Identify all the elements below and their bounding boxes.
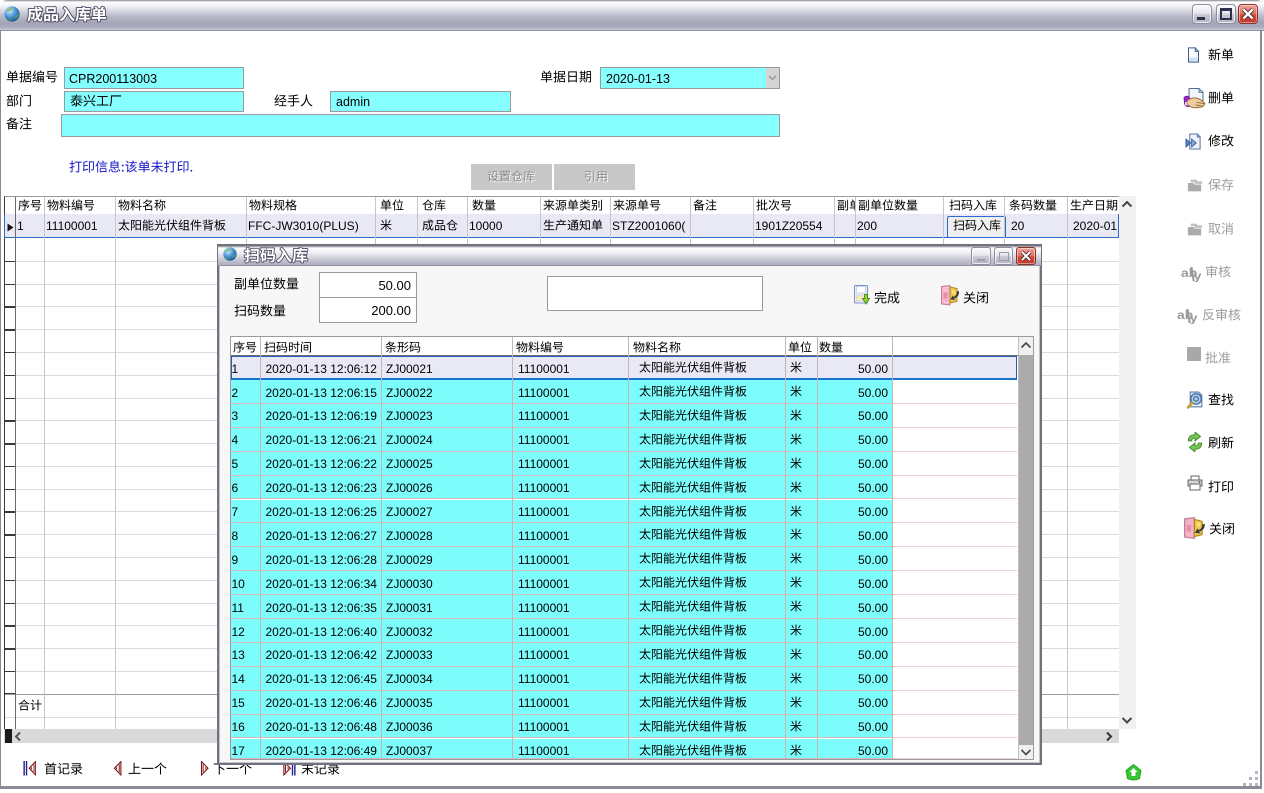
svg-text:y: y — [1190, 311, 1199, 324]
svg-text:y: y — [1194, 269, 1203, 282]
